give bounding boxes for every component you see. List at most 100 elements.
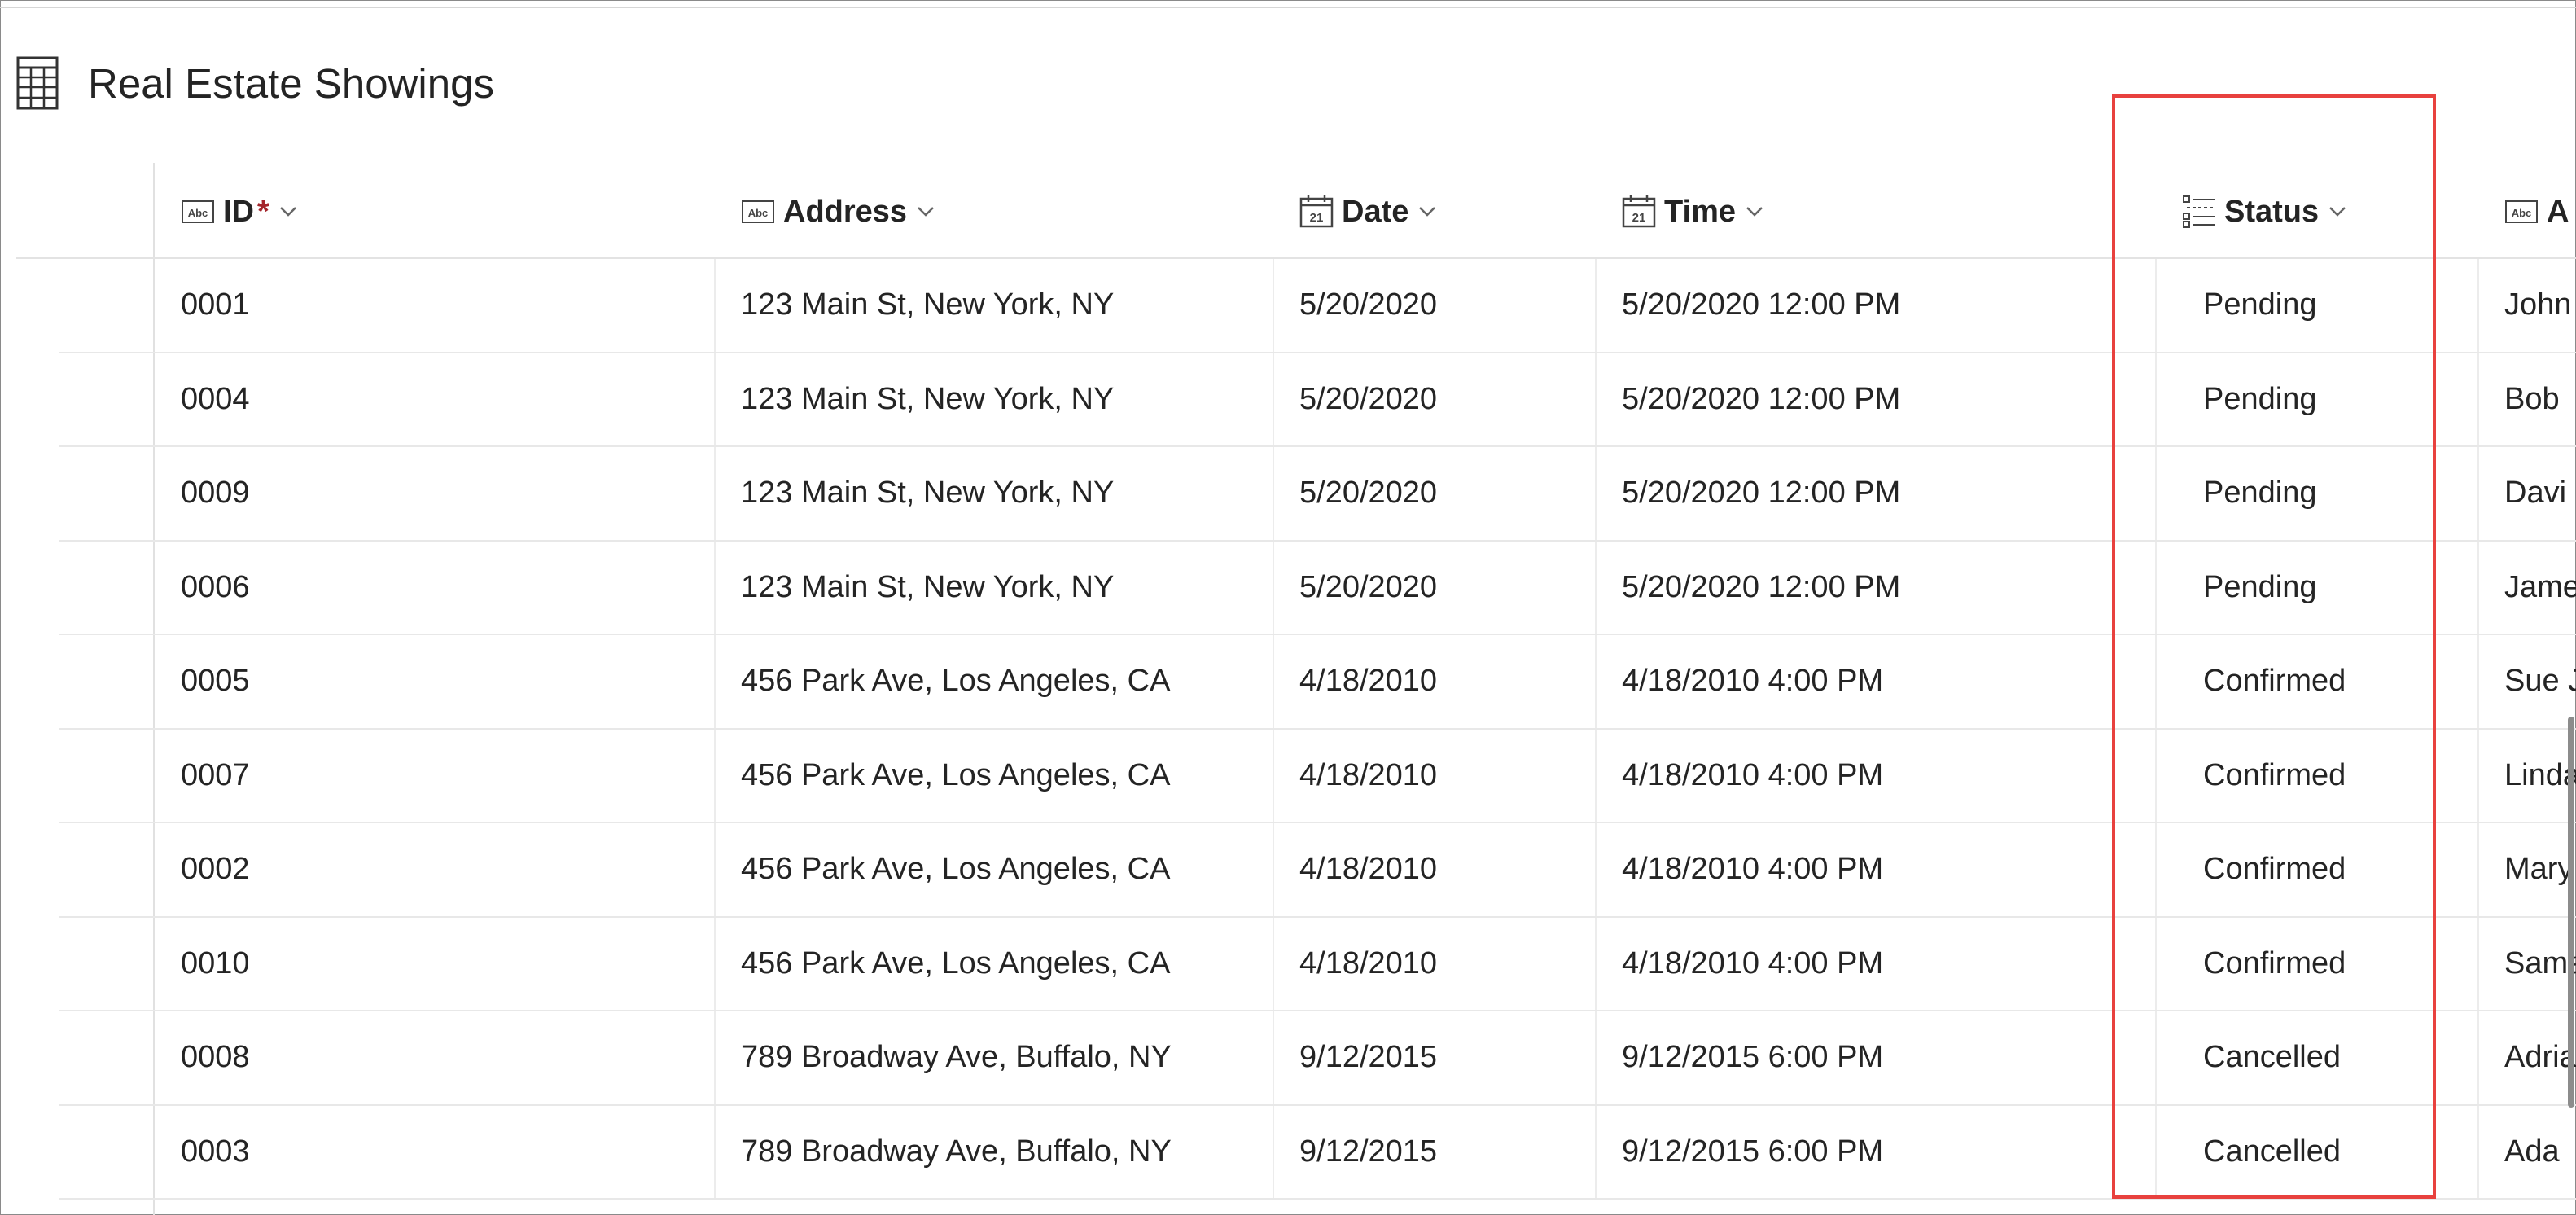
cell-time[interactable]: 5/20/2020 12:00 PM xyxy=(1622,447,1900,539)
column-header-address[interactable]: Abc Address xyxy=(741,167,935,257)
cell-date[interactable]: 5/20/2020 xyxy=(1299,447,1437,539)
chevron-down-icon[interactable] xyxy=(2328,206,2346,217)
column-header-status[interactable]: Status xyxy=(2182,167,2346,257)
table-row[interactable]: 0003 789 Broadway Ave, Buffalo, NY 9/12/20… xyxy=(0,1106,2576,1200)
cell-agent[interactable]: Sama xyxy=(2504,918,2576,1010)
cell-id[interactable]: 0001 xyxy=(181,259,250,351)
cell-date[interactable]: 4/18/2010 xyxy=(1299,918,1437,1010)
column-header-id[interactable]: Abc ID * xyxy=(181,167,297,257)
table-row[interactable]: 0001 123 Main St, New York, NY 5/20/2020 5/… xyxy=(0,259,2576,353)
cell-address[interactable]: 123 Main St, New York, NY xyxy=(741,259,1114,351)
cell-status[interactable]: Confirmed xyxy=(2203,918,2346,1010)
cell-address[interactable]: 123 Main St, New York, NY xyxy=(741,447,1114,539)
vertical-scrollbar[interactable] xyxy=(2568,717,2574,1108)
cell-status[interactable]: Pending xyxy=(2203,542,2316,634)
cell-time[interactable]: 4/18/2010 4:00 PM xyxy=(1622,635,1883,727)
cell-address[interactable]: 456 Park Ave, Los Angeles, CA xyxy=(741,918,1170,1010)
table-row[interactable]: 0007 456 Park Ave, Los Angeles, CA 4/18/20… xyxy=(0,730,2576,823)
table-row[interactable]: 0005 456 Park Ave, Los Angeles, CA 4/18/20… xyxy=(0,635,2576,730)
cell-id[interactable]: 0007 xyxy=(181,730,250,822)
cell-date[interactable]: 5/20/2020 xyxy=(1299,353,1437,445)
table-row[interactable]: 0009 123 Main St, New York, NY 5/20/2020 5/… xyxy=(0,447,2576,542)
cell-time[interactable]: 9/12/2015 6:00 PM xyxy=(1622,1011,1883,1103)
top-divider xyxy=(0,7,2576,8)
cell-status[interactable]: Cancelled xyxy=(2203,1011,2341,1103)
text-abc-icon: Abc xyxy=(2505,200,2538,223)
cell-date[interactable]: 4/18/2010 xyxy=(1299,635,1437,727)
column-label-status: Status xyxy=(2224,194,2320,229)
cell-time[interactable]: 4/18/2010 4:00 PM xyxy=(1622,823,1883,915)
cell-agent[interactable]: Linda xyxy=(2504,730,2576,822)
page-title: Real Estate Showings xyxy=(88,59,494,107)
cell-address[interactable]: 456 Park Ave, Los Angeles, CA xyxy=(741,823,1170,915)
cell-agent[interactable]: Bob xyxy=(2504,353,2576,445)
cell-date[interactable]: 5/20/2020 xyxy=(1299,259,1437,351)
cell-id[interactable]: 0006 xyxy=(181,542,250,634)
cell-agent[interactable]: Jame xyxy=(2504,542,2576,634)
cell-id[interactable]: 0009 xyxy=(181,447,250,539)
cell-agent[interactable]: Sue J xyxy=(2504,635,2576,727)
cell-agent[interactable]: Mary xyxy=(2504,823,2576,915)
svg-text:21: 21 xyxy=(1632,211,1646,225)
chevron-down-icon[interactable] xyxy=(1746,206,1763,217)
column-header-time[interactable]: 21 Time xyxy=(1622,167,1763,257)
cell-id[interactable]: 0005 xyxy=(181,635,250,727)
cell-agent[interactable]: Ada xyxy=(2504,1106,2576,1198)
table-row[interactable]: 0002 456 Park Ave, Los Angeles, CA 4/18/20… xyxy=(0,823,2576,918)
cell-agent[interactable]: Adria xyxy=(2504,1011,2576,1103)
calendar-icon: 21 xyxy=(1622,195,1656,228)
cell-status[interactable]: Confirmed xyxy=(2203,730,2346,822)
cell-time[interactable]: 9/12/2015 6:00 PM xyxy=(1622,1106,1883,1198)
cell-address[interactable]: 123 Main St, New York, NY xyxy=(741,353,1114,445)
table-grid-icon xyxy=(16,56,59,110)
cell-status[interactable]: Confirmed xyxy=(2203,823,2346,915)
cell-date[interactable]: 9/12/2015 xyxy=(1299,1106,1437,1198)
cell-status[interactable]: Pending xyxy=(2203,353,2316,445)
table-row[interactable]: 0008 789 Broadway Ave, Buffalo, NY 9/12/20… xyxy=(0,1011,2576,1106)
table-row[interactable]: 0010 456 Park Ave, Los Angeles, CA 4/18/20… xyxy=(0,918,2576,1011)
choice-list-icon xyxy=(2183,195,2215,228)
chevron-down-icon[interactable] xyxy=(1418,206,1436,217)
column-label-agent: A xyxy=(2547,194,2569,229)
cell-address[interactable]: 456 Park Ave, Los Angeles, CA xyxy=(741,730,1170,822)
cell-date[interactable]: 9/12/2015 xyxy=(1299,1011,1437,1103)
cell-status[interactable]: Pending xyxy=(2203,259,2316,351)
cell-time[interactable]: 5/20/2020 12:00 PM xyxy=(1622,542,1900,634)
svg-text:21: 21 xyxy=(1310,211,1324,225)
cell-address[interactable]: 789 Broadway Ave, Buffalo, NY xyxy=(741,1011,1172,1103)
cell-status[interactable]: Confirmed xyxy=(2203,635,2346,727)
svg-text:Abc: Abc xyxy=(2512,207,2532,219)
table-row[interactable]: 0006 123 Main St, New York, NY 5/20/2020 5/… xyxy=(0,542,2576,635)
column-label-date: Date xyxy=(1342,194,1409,229)
calendar-icon: 21 xyxy=(1299,195,1334,228)
cell-time[interactable]: 5/20/2020 12:00 PM xyxy=(1622,259,1900,351)
chevron-down-icon[interactable] xyxy=(917,206,935,217)
svg-text:Abc: Abc xyxy=(748,207,769,219)
text-abc-icon: Abc xyxy=(742,200,774,223)
cell-address[interactable]: 123 Main St, New York, NY xyxy=(741,542,1114,634)
column-header-date[interactable]: 21 Date xyxy=(1299,167,1436,257)
page-header: Real Estate Showings xyxy=(16,50,494,116)
cell-address[interactable]: 789 Broadway Ave, Buffalo, NY xyxy=(741,1106,1172,1198)
cell-date[interactable]: 4/18/2010 xyxy=(1299,823,1437,915)
column-label-address: Address xyxy=(783,194,908,229)
text-abc-icon: Abc xyxy=(182,200,214,223)
cell-status[interactable]: Cancelled xyxy=(2203,1106,2341,1198)
cell-id[interactable]: 0003 xyxy=(181,1106,250,1198)
cell-id[interactable]: 0008 xyxy=(181,1011,250,1103)
cell-agent[interactable]: John xyxy=(2504,259,2576,351)
cell-time[interactable]: 5/20/2020 12:00 PM xyxy=(1622,353,1900,445)
cell-agent[interactable]: Davi xyxy=(2504,447,2576,539)
cell-address[interactable]: 456 Park Ave, Los Angeles, CA xyxy=(741,635,1170,727)
cell-time[interactable]: 4/18/2010 4:00 PM xyxy=(1622,730,1883,822)
cell-id[interactable]: 0010 xyxy=(181,918,250,1010)
cell-date[interactable]: 4/18/2010 xyxy=(1299,730,1437,822)
chevron-down-icon[interactable] xyxy=(279,206,297,217)
cell-date[interactable]: 5/20/2020 xyxy=(1299,542,1437,634)
cell-time[interactable]: 4/18/2010 4:00 PM xyxy=(1622,918,1883,1010)
cell-id[interactable]: 0004 xyxy=(181,353,250,445)
cell-id[interactable]: 0002 xyxy=(181,823,250,915)
column-header-agent[interactable]: Abc A xyxy=(2504,167,2576,257)
table-row[interactable]: 0004 123 Main St, New York, NY 5/20/2020 5/… xyxy=(0,353,2576,447)
cell-status[interactable]: Pending xyxy=(2203,447,2316,539)
